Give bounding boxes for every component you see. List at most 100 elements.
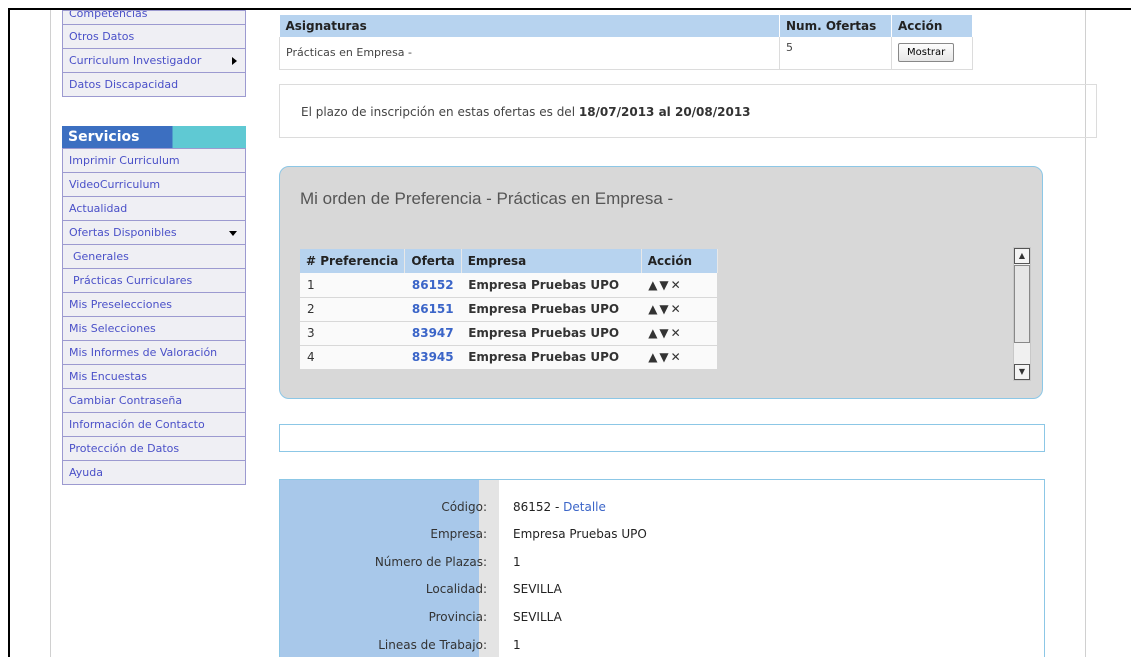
mostrar-button[interactable]: Mostrar [898, 43, 955, 63]
arrow-up-icon[interactable]: ▲ [648, 350, 659, 364]
detail-value: 86152 - Detalle [513, 500, 606, 514]
table-header-row: Asignaturas Num. Ofertas Acción [279, 15, 973, 37]
oferta-detail: Código: 86152 - Detalle Empresa: Empresa… [279, 479, 1045, 657]
sidebar-item-mis-encuestas[interactable]: Mis Encuestas [63, 365, 245, 389]
sidebar-item-actualidad[interactable]: Actualidad [63, 197, 245, 221]
chevron-down-icon [229, 231, 237, 236]
delete-x-icon[interactable]: ✕ [671, 350, 683, 364]
scroll-down-icon[interactable]: ▼ [1014, 364, 1030, 380]
pref-number: 1 [300, 273, 405, 298]
detail-label: Localidad: [425, 582, 487, 596]
oferta-link[interactable]: 86152 [404, 273, 462, 298]
sidebar-item-mis-preselecciones[interactable]: Mis Preselecciones [63, 293, 245, 317]
sidebar-item-cambiar-contrasena[interactable]: Cambiar Contraseña [63, 389, 245, 413]
row-actions: ▲▼✕ [641, 345, 718, 370]
codigo-value: 86152 - [513, 500, 564, 514]
delete-x-icon[interactable]: ✕ [671, 326, 683, 340]
services-header: Servicios [62, 126, 246, 148]
table-header-row: # Preferencia Oferta Empresa Acción [300, 249, 718, 273]
column-header-empresa: Empresa [461, 249, 642, 273]
detail-row-codigo: Código: 86152 - Detalle [280, 500, 1046, 522]
sidebar-item-label: Curriculum Investigador [69, 54, 202, 67]
sidebar-item-competencias[interactable]: Competencias [63, 11, 245, 25]
preference-panel: Mi orden de Preferencia - Prácticas en E… [279, 166, 1043, 399]
empresa-name: Empresa Pruebas UPO [461, 297, 642, 322]
detail-value: 1 [513, 638, 521, 652]
oferta-link[interactable]: 83945 [404, 345, 462, 370]
column-header-accion: Acción [891, 15, 973, 37]
delete-x-icon[interactable]: ✕ [671, 302, 683, 316]
sidebar-subitem-generales[interactable]: Generales [63, 245, 245, 269]
scrollbar-thumb[interactable] [1014, 265, 1030, 343]
row-actions: ▲▼✕ [641, 273, 718, 298]
sidebar-subitem-practicas-curriculares[interactable]: Prácticas Curriculares [63, 269, 245, 293]
sidebar-item-otros-datos[interactable]: Otros Datos [63, 25, 245, 49]
detail-label: Lineas de Trabajo: [378, 638, 487, 652]
sidebar-item-datos-discapacidad[interactable]: Datos Discapacidad [63, 73, 245, 97]
delete-x-icon[interactable]: ✕ [671, 278, 683, 292]
detalle-link[interactable]: Detalle [563, 500, 606, 514]
arrow-up-icon[interactable]: ▲ [648, 326, 659, 340]
sidebar-item-mis-informes[interactable]: Mis Informes de Valoración [63, 341, 245, 365]
arrow-up-icon[interactable]: ▲ [648, 302, 659, 316]
arrow-up-icon[interactable]: ▲ [648, 278, 659, 292]
pref-number: 3 [300, 321, 405, 346]
oferta-link[interactable]: 86151 [404, 297, 462, 322]
chevron-right-icon [232, 57, 237, 65]
column-header-accion: Acción [641, 249, 718, 273]
detail-label: Provincia: [428, 610, 487, 624]
sidebar-item-imprimir-curriculum[interactable]: Imprimir Curriculum [63, 149, 245, 173]
column-header-oferta: Oferta [404, 249, 462, 273]
column-header-asignaturas: Asignaturas [279, 15, 780, 37]
vertical-scrollbar[interactable]: ▲ ▼ [1013, 247, 1031, 381]
profile-menu: Competencias Otros Datos Curriculum Inve… [62, 10, 246, 97]
pref-number: 4 [300, 345, 405, 370]
preference-title: Mi orden de Preferencia - Prácticas en E… [300, 189, 674, 208]
sidebar: Competencias Otros Datos Curriculum Inve… [62, 10, 246, 485]
arrow-down-icon[interactable]: ▼ [659, 302, 670, 316]
arrow-down-icon[interactable]: ▼ [659, 278, 670, 292]
sidebar-item-mis-selecciones[interactable]: Mis Selecciones [63, 317, 245, 341]
detail-value: Empresa Pruebas UPO [513, 527, 647, 541]
detail-label: Código: [441, 500, 487, 514]
plazo-text: El plazo de inscripción en estas ofertas… [301, 105, 579, 119]
arrow-down-icon[interactable]: ▼ [659, 326, 670, 340]
empresa-name: Empresa Pruebas UPO [461, 321, 642, 346]
accion-cell: Mostrar [891, 37, 973, 70]
sidebar-item-proteccion-datos[interactable]: Protección de Datos [63, 437, 245, 461]
detail-row-localidad: Localidad: SEVILLA [280, 582, 1046, 604]
scroll-up-icon[interactable]: ▲ [1014, 248, 1030, 264]
oferta-link[interactable]: 83947 [404, 321, 462, 346]
sidebar-item-ayuda[interactable]: Ayuda [63, 461, 245, 485]
column-header-preferencia: # Preferencia [300, 249, 406, 273]
services-menu: Imprimir Curriculum VideoCurriculum Actu… [62, 148, 246, 485]
detail-value: 1 [513, 555, 521, 569]
detail-row-plazas: Número de Plazas: 1 [280, 555, 1046, 577]
detail-value: SEVILLA [513, 610, 562, 624]
detail-label: Empresa: [430, 527, 487, 541]
sidebar-item-informacion-contacto[interactable]: Información de Contacto [63, 413, 245, 437]
table-row: Prácticas en Empresa - 5 Mostrar [279, 37, 973, 70]
empresa-name: Empresa Pruebas UPO [461, 345, 642, 370]
sidebar-item-ofertas-disponibles[interactable]: Ofertas Disponibles [63, 221, 245, 245]
num-ofertas: 5 [779, 37, 892, 70]
table-row: 2 86151 Empresa Pruebas UPO ▲▼✕ [300, 297, 718, 322]
asignaturas-table: Asignaturas Num. Ofertas Acción Práctica… [279, 15, 973, 70]
detail-row-empresa: Empresa: Empresa Pruebas UPO [280, 527, 1046, 549]
asignatura-name: Prácticas en Empresa - [279, 37, 780, 70]
column-header-num-ofertas: Num. Ofertas [779, 15, 892, 37]
table-row: 1 86152 Empresa Pruebas UPO ▲▼✕ [300, 273, 718, 298]
row-actions: ▲▼✕ [641, 297, 718, 322]
sidebar-item-label: Ofertas Disponibles [69, 226, 177, 239]
empty-message-box [279, 424, 1045, 452]
sidebar-item-curriculum-investigador[interactable]: Curriculum Investigador [63, 49, 245, 73]
window-left-border [8, 8, 10, 657]
plazo-notice: El plazo de inscripción en estas ofertas… [279, 84, 1097, 138]
detail-row-lineas: Lineas de Trabajo: 1 [280, 638, 1046, 657]
table-row: 3 83947 Empresa Pruebas UPO ▲▼✕ [300, 321, 718, 346]
arrow-down-icon[interactable]: ▼ [659, 350, 670, 364]
content-left-rule [50, 10, 51, 657]
pref-number: 2 [300, 297, 405, 322]
plazo-dates: 18/07/2013 al 20/08/2013 [578, 105, 751, 119]
sidebar-item-videocurriculum[interactable]: VideoCurriculum [63, 173, 245, 197]
